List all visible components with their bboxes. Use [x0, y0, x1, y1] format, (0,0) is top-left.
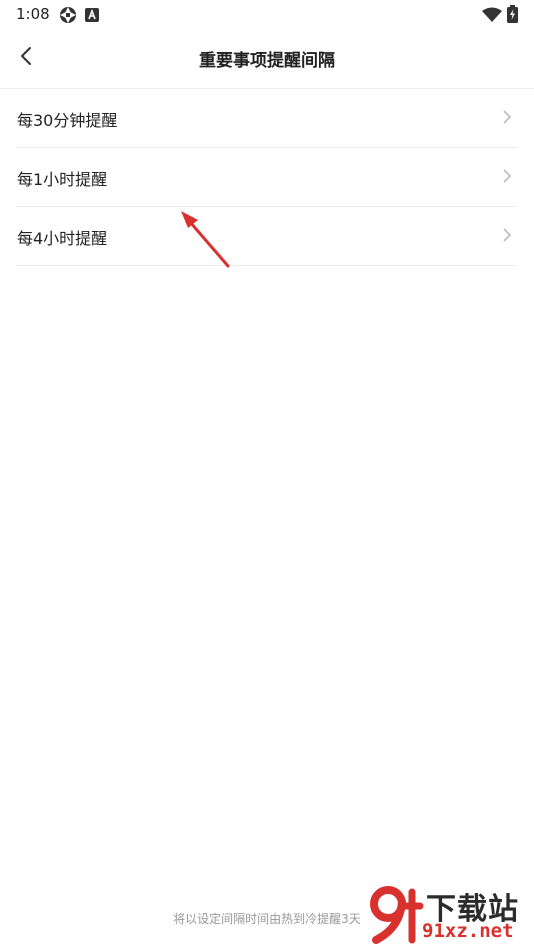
page-title: 重要事项提醒间隔 [199, 51, 335, 71]
list-item-label: 每1小时提醒 [17, 170, 108, 189]
chevron-right-icon [502, 227, 512, 247]
battery-charging-icon [507, 5, 518, 27]
status-bar: 1:08 [0, 0, 534, 28]
list-item-every-4-hours[interactable]: 每4小时提醒 [16, 207, 518, 266]
aperture-icon [59, 6, 77, 28]
wifi-icon [482, 7, 502, 27]
status-time: 1:08 [16, 5, 50, 23]
list-item-label: 每30分钟提醒 [17, 111, 118, 130]
list-item-every-30-minutes[interactable]: 每30分钟提醒 [16, 89, 518, 148]
chevron-right-icon [502, 109, 512, 129]
list-item-label: 每4小时提醒 [17, 229, 108, 248]
interval-options-list: 每30分钟提醒 每1小时提醒 每4小时提醒 [0, 89, 534, 266]
list-item-every-1-hour[interactable]: 每1小时提醒 [16, 148, 518, 207]
chevron-right-icon [502, 168, 512, 188]
a-box-icon [85, 7, 99, 26]
watermark-url: 91xz.net [422, 920, 514, 942]
app-bar: 重要事项提醒间隔 [0, 28, 534, 89]
watermark: 下载站 91xz.net [364, 880, 532, 948]
watermark-logo-icon [368, 884, 424, 948]
